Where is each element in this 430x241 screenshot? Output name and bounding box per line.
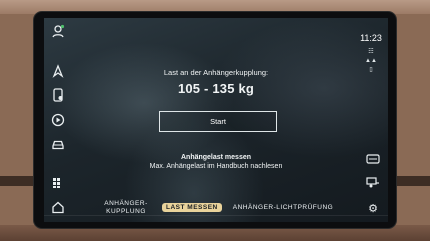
tab-measure-load[interactable]: LAST MESSEN	[162, 203, 222, 212]
wifi-icon: ☷	[368, 49, 374, 55]
left-sidebar	[44, 18, 72, 222]
measure-note: Max. Anhängelast im Handbuch nachlesen	[149, 163, 283, 170]
tab-trailer-coupling[interactable]: ANHÄNGER- KUPPLUNG	[102, 200, 150, 216]
measure-title: Anhängelast messen	[180, 154, 252, 161]
tab-trailer-coupling-line1: ANHÄNGER-	[104, 200, 148, 207]
infotainment-screen: 11:23 ☷ ▲▲ ▯ Last an der Anhängerkupplun…	[44, 18, 388, 222]
right-sidebar: 11:23 ☷ ▲▲ ▯	[360, 18, 388, 222]
signal-icon: ▲▲	[365, 58, 377, 64]
clock: 11:23	[360, 33, 382, 43]
car-icon[interactable]	[50, 137, 66, 153]
profile-icon[interactable]	[50, 24, 66, 40]
trailer-icon[interactable]	[366, 176, 380, 190]
dashboard-strip-left	[0, 176, 36, 186]
start-button[interactable]: Start	[159, 111, 277, 132]
load-value: 105 - 135 kg	[177, 81, 255, 96]
tab-bar: ANHÄNGER- KUPPLUNG LAST MESSEN ANHÄNGER-…	[44, 199, 388, 221]
apps-grid-icon[interactable]	[50, 177, 66, 193]
load-title: Last an der Anhängerkupplung:	[163, 68, 269, 77]
settings-gear-icon[interactable]: ⚙	[367, 203, 379, 215]
media-icon[interactable]	[50, 113, 66, 129]
tab-trailer-coupling-line2: KUPPLUNG	[106, 208, 146, 215]
tab-trailer-light-check[interactable]: ANHÄNGER-LICHTPRÜFUNG	[232, 204, 334, 211]
dashboard-strip-right	[394, 176, 430, 186]
